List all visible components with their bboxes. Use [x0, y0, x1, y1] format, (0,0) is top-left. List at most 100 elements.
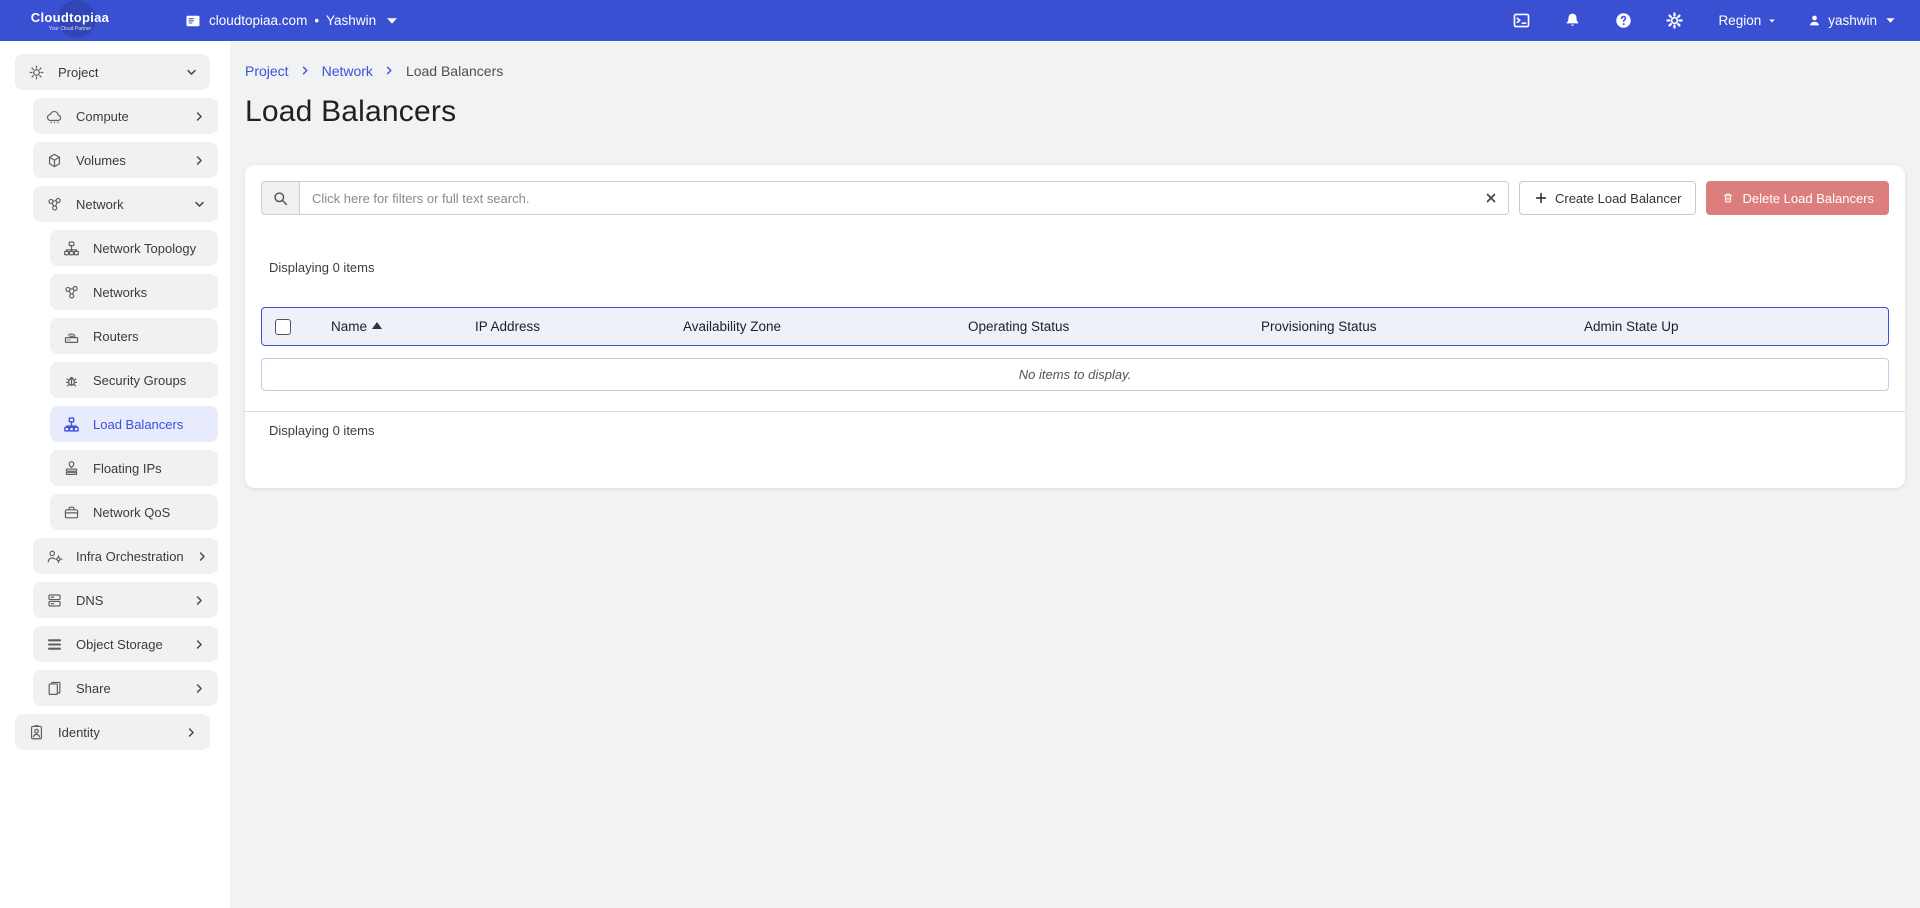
- security-groups-icon: [62, 371, 81, 390]
- chevron-down-icon: [185, 66, 198, 79]
- floating-ips-icon: [62, 459, 81, 478]
- brand-name: Cloudtopiaa: [0, 10, 140, 25]
- search-icon: [272, 190, 289, 207]
- breadcrumb-load-balancers: Load Balancers: [406, 63, 503, 79]
- region-dropdown[interactable]: Region: [1718, 13, 1777, 28]
- separator-dot: •: [314, 13, 319, 28]
- sidebar-item-label: Load Balancers: [93, 417, 206, 432]
- sidebar-item-infra-orchestration[interactable]: Infra Orchestration: [33, 538, 218, 574]
- user-menu[interactable]: yashwin: [1807, 13, 1898, 28]
- column-label: IP Address: [475, 319, 540, 334]
- sidebar-item-label: Network Topology: [93, 241, 206, 256]
- empty-message: No items to display.: [1019, 367, 1131, 382]
- sidebar-item-load-balancers[interactable]: Load Balancers: [50, 406, 218, 442]
- trash-icon: [1721, 191, 1735, 205]
- user-icon: [1807, 13, 1822, 28]
- sidebar-item-label: Security Groups: [93, 373, 206, 388]
- select-all-checkbox[interactable]: [275, 319, 291, 335]
- top-navbar: Cloudtopiaa Your Cloud Partner cloudtopi…: [0, 0, 1920, 41]
- column-label: Provisioning Status: [1261, 319, 1377, 334]
- search-addon[interactable]: [261, 181, 299, 215]
- breadcrumb-network[interactable]: Network: [322, 63, 373, 79]
- column-label: Availability Zone: [683, 319, 781, 334]
- dns-icon: [45, 591, 64, 610]
- chevron-right-icon: [193, 154, 206, 167]
- main-content: ProjectNetworkLoad Balancers Load Balanc…: [230, 41, 1920, 908]
- help-button[interactable]: [1598, 0, 1649, 41]
- column-header-admin-state-up[interactable]: Admin State Up: [1584, 319, 1888, 334]
- sidebar-item-security-groups[interactable]: Security Groups: [50, 362, 218, 398]
- clear-search-icon[interactable]: [1484, 191, 1498, 205]
- object-storage-icon: [45, 635, 64, 654]
- column-header-provisioning-status[interactable]: Provisioning Status: [1261, 319, 1584, 334]
- settings-button[interactable]: [1649, 0, 1700, 41]
- chevron-right-icon: [193, 638, 206, 651]
- chevron-right-icon: [193, 110, 206, 123]
- sort-asc-icon: [372, 322, 382, 329]
- topology-icon: [62, 239, 81, 258]
- domain-project-switcher[interactable]: cloudtopiaa.com • Yashwin: [184, 12, 401, 30]
- sidebar-item-networks[interactable]: Networks: [50, 274, 218, 310]
- column-label: Operating Status: [968, 319, 1069, 334]
- sidebar: Project Compute Volumes Network Network Topo…: [0, 41, 230, 908]
- sidebar-item-label: Compute: [76, 109, 181, 124]
- table-toolbar: Create Load Balancer Delete Load Balance…: [261, 181, 1889, 215]
- chevron-down-icon: [383, 12, 401, 30]
- notifications-button[interactable]: [1547, 0, 1598, 41]
- bell-icon: [1563, 11, 1582, 30]
- gear-icon: [1665, 11, 1684, 30]
- chevron-down-icon: [193, 198, 206, 211]
- chevron-right-icon: [383, 64, 396, 77]
- chevron-down-icon: [1767, 16, 1777, 26]
- breadcrumb-project[interactable]: Project: [245, 63, 289, 79]
- column-header-name[interactable]: Name: [331, 319, 475, 334]
- console-icon: [1512, 11, 1531, 30]
- table-header-row: Name IP Address Availability Zone Operating…: [261, 307, 1889, 346]
- column-header-ip-address[interactable]: IP Address: [475, 319, 683, 334]
- sidebar-item-compute[interactable]: Compute: [33, 98, 218, 134]
- brand-tagline: Your Cloud Partner: [0, 26, 140, 32]
- chevron-down-icon: [1883, 13, 1898, 28]
- sidebar-item-network-qos[interactable]: Network QoS: [50, 494, 218, 530]
- brand-logo[interactable]: Cloudtopiaa Your Cloud Partner: [0, 10, 140, 32]
- help-icon: [1614, 11, 1633, 30]
- identity-icon: [27, 723, 46, 742]
- sidebar-item-object-storage[interactable]: Object Storage: [33, 626, 218, 662]
- column-header-availability-zone[interactable]: Availability Zone: [683, 319, 968, 334]
- content-card: Create Load Balancer Delete Load Balance…: [245, 165, 1905, 488]
- sidebar-item-label: Routers: [93, 329, 206, 344]
- column-label: Admin State Up: [1584, 319, 1679, 334]
- create-button-label: Create Load Balancer: [1555, 191, 1681, 206]
- sidebar-item-project[interactable]: Project: [15, 54, 210, 90]
- sidebar-item-label: Network: [76, 197, 181, 212]
- sidebar-item-label: Infra Orchestration: [76, 549, 184, 564]
- sidebar-item-routers[interactable]: Routers: [50, 318, 218, 354]
- load-balancers-icon: [62, 415, 81, 434]
- chevron-right-icon: [193, 594, 206, 607]
- console-button[interactable]: [1496, 0, 1547, 41]
- sidebar-item-label: Object Storage: [76, 637, 181, 652]
- column-label: Name: [331, 319, 367, 334]
- domain-label: cloudtopiaa.com: [209, 13, 307, 28]
- sidebar-item-floating-ips[interactable]: Floating IPs: [50, 450, 218, 486]
- displaying-count-bottom: Displaying 0 items: [261, 423, 1889, 438]
- sidebar-item-label: Volumes: [76, 153, 181, 168]
- routers-icon: [62, 327, 81, 346]
- app-window: Cloudtopiaa Your Cloud Partner cloudtopi…: [0, 0, 1920, 908]
- sidebar-item-dns[interactable]: DNS: [33, 582, 218, 618]
- empty-table-row: No items to display.: [261, 358, 1889, 391]
- create-load-balancer-button[interactable]: Create Load Balancer: [1519, 181, 1696, 215]
- sidebar-item-share[interactable]: Share: [33, 670, 218, 706]
- delete-load-balancers-button[interactable]: Delete Load Balancers: [1706, 181, 1889, 215]
- sidebar-item-label: Network QoS: [93, 505, 206, 520]
- footer-divider: [245, 411, 1905, 412]
- sidebar-item-network[interactable]: Network: [33, 186, 218, 222]
- sidebar-item-network-topology[interactable]: Network Topology: [50, 230, 218, 266]
- column-header-operating-status[interactable]: Operating Status: [968, 319, 1261, 334]
- search-input[interactable]: [299, 181, 1509, 215]
- sidebar-item-volumes[interactable]: Volumes: [33, 142, 218, 178]
- sidebar-item-label: Share: [76, 681, 181, 696]
- sidebar-item-identity[interactable]: Identity: [15, 714, 210, 750]
- username-label: yashwin: [1828, 13, 1877, 28]
- volumes-icon: [45, 151, 64, 170]
